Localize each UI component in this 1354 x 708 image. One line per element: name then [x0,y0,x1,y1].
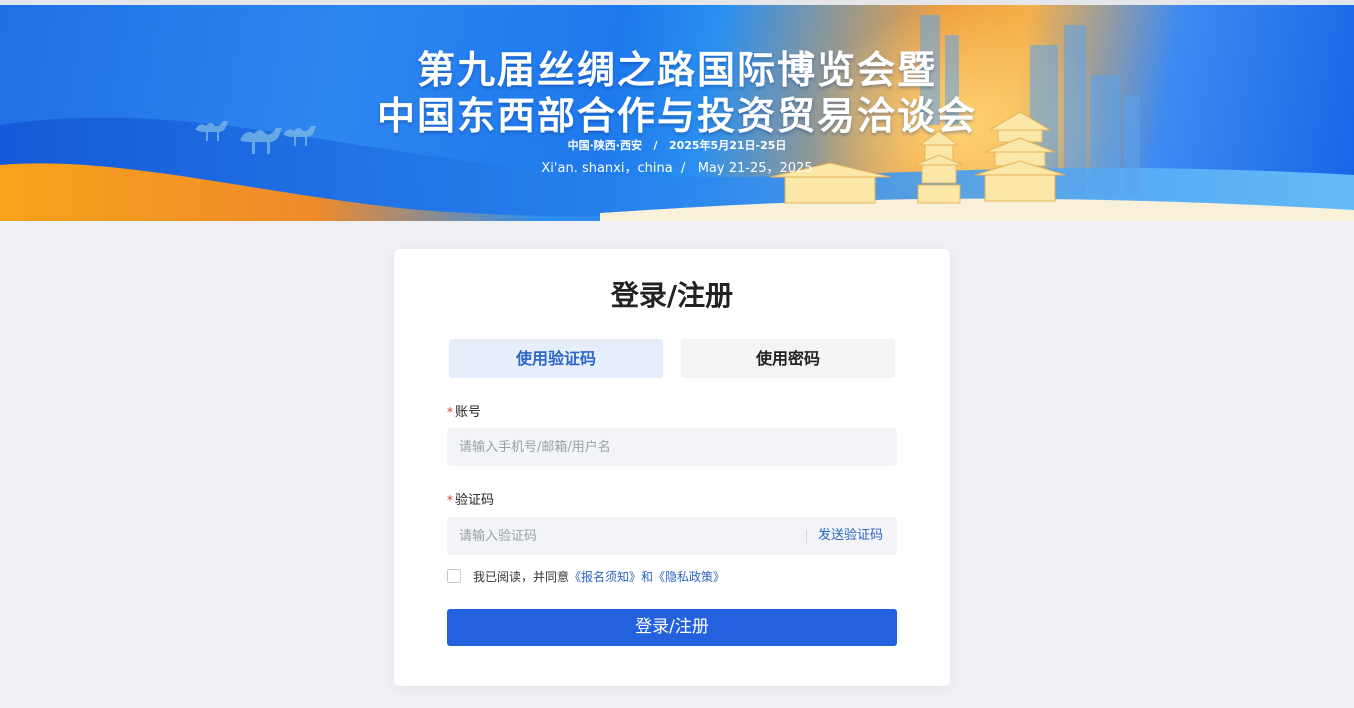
account-label: * 账号 [447,401,481,420]
banner-title-line2: 中国东西部合作与投资贸易洽谈会 [376,94,977,138]
account-label-text: 账号 [455,405,482,420]
code-field: 发送验证码 [447,517,897,555]
tab-password[interactable]: 使用密码 [681,339,895,378]
account-input[interactable] [447,428,897,466]
tab-verification-code[interactable]: 使用验证码 [449,339,663,378]
code-label: * 验证码 [447,489,494,508]
agreement-text: 我已阅读，并同意 [473,569,570,584]
banner-subtitle-cn: 中国·陕西·西安 / 2025年5月21日-25日 [567,139,787,152]
code-input[interactable] [447,517,802,555]
agreement-and-text: 和 [641,569,654,584]
privacy-policy-link[interactable]: 《隐私政策》 [653,568,725,585]
required-mark: * [447,405,453,419]
login-card: 登录/注册 使用验证码 使用密码 *账号 *验证码 发送验证码 我已阅读，并同意… [394,249,950,686]
agreement-checkbox[interactable] [447,569,461,583]
login-title: 登录/注册 [610,279,734,312]
field-divider [806,530,807,543]
registration-notice-link[interactable]: 《报名须知》 [569,568,641,585]
event-banner: 第九届丝绸之路国际博览会暨 中国东西部合作与投资贸易洽谈会 中国·陕西·西安 /… [0,5,1354,221]
agreement-row: 我已阅读，并同意 《报名须知》 和 《隐私政策》 [447,567,725,585]
banner-subtitle-en: Xi'an. shanxi，china / May 21-25，2025 [541,161,813,176]
account-field [447,428,897,466]
code-label-text: 验证码 [455,493,495,508]
send-code-button[interactable]: 发送验证码 [818,517,883,555]
login-submit-button[interactable]: 登录/注册 [447,609,897,646]
required-mark: * [447,493,453,507]
